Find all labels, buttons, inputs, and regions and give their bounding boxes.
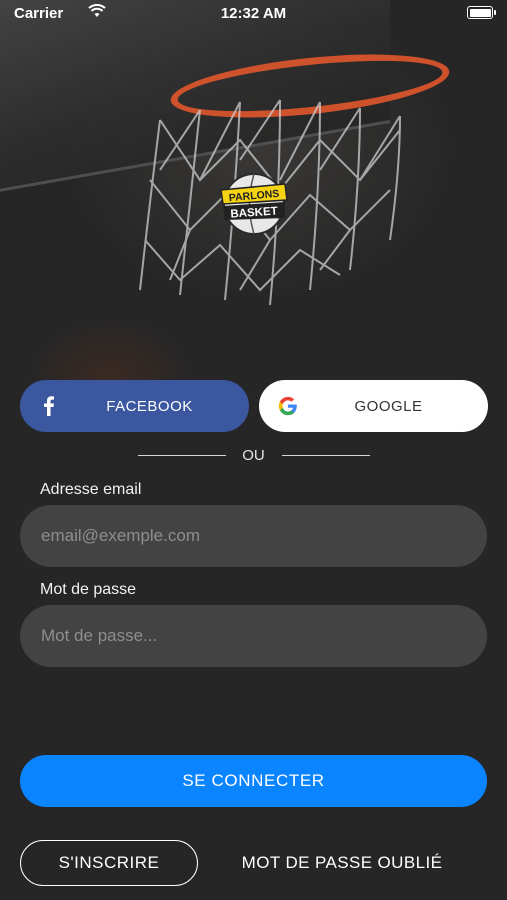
status-time: 12:32 AM xyxy=(220,5,287,22)
google-icon xyxy=(278,396,297,416)
forgot-password-link[interactable]: MOT DE PASSE OUBLIÉ xyxy=(222,840,462,886)
parlons-basket-logo: PARLONS BASKET xyxy=(220,173,288,235)
divider-text: OU xyxy=(242,447,265,464)
facebook-icon xyxy=(44,396,54,416)
status-bar: Carrier 12:32 AM xyxy=(0,0,507,28)
password-label: Mot de passe xyxy=(40,581,137,598)
signup-button[interactable]: S'INSCRIRE xyxy=(20,840,198,886)
password-field[interactable] xyxy=(20,605,487,667)
battery-icon xyxy=(467,6,496,19)
facebook-login-button[interactable]: FACEBOOK xyxy=(20,380,249,432)
login-button[interactable]: SE CONNECTER xyxy=(20,755,487,807)
divider-line-right xyxy=(282,455,370,456)
email-label: Adresse email xyxy=(40,481,142,498)
google-login-button[interactable]: GOOGLE xyxy=(259,380,488,432)
or-divider: OU xyxy=(0,446,507,466)
email-field[interactable] xyxy=(20,505,487,567)
